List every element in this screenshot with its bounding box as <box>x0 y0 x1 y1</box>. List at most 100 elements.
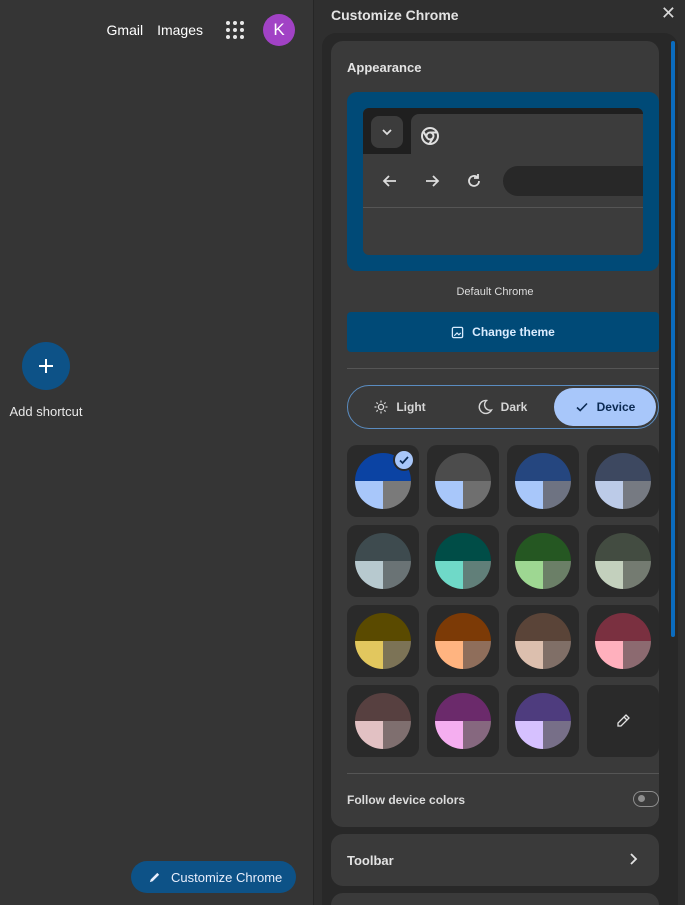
swatch-quadrant <box>435 561 463 589</box>
toolbar-section[interactable]: Toolbar <box>331 834 659 886</box>
swatch-quadrant <box>383 721 411 749</box>
color-swatch-circle <box>355 693 411 749</box>
eyedropper-icon <box>617 714 630 727</box>
swatch-quadrant <box>515 481 543 509</box>
add-shortcut-label: Add shortcut <box>9 404 83 419</box>
tab-strip-preview <box>363 108 643 154</box>
color-swatch[interactable] <box>347 525 419 597</box>
mode-dark-button[interactable]: Dark <box>452 388 552 426</box>
swatch-quadrant <box>543 721 571 749</box>
color-swatch[interactable] <box>427 685 499 757</box>
color-swatch-circle <box>515 693 571 749</box>
avatar[interactable]: K <box>263 14 295 46</box>
forward-arrow-icon <box>426 175 440 187</box>
swatch-quadrant <box>595 641 623 669</box>
swatch-quadrant <box>463 561 491 589</box>
color-swatch-circle <box>435 613 491 669</box>
color-mode-selector: Light Dark Device <box>347 385 659 429</box>
color-swatch[interactable] <box>427 445 499 517</box>
swatch-quadrant <box>515 613 571 641</box>
moon-icon <box>478 399 493 415</box>
swatch-quadrant <box>355 721 383 749</box>
swatch-quadrant <box>435 693 491 721</box>
chevron-right-icon <box>630 853 638 865</box>
swatch-quadrant <box>435 481 463 509</box>
color-swatch-circle <box>435 453 491 509</box>
swatch-quadrant <box>435 641 463 669</box>
top-bar: Gmail Images K <box>107 14 295 46</box>
chevron-down-icon <box>371 116 403 148</box>
color-swatch[interactable] <box>507 445 579 517</box>
swatch-quadrant <box>355 693 411 721</box>
swatch-quadrant <box>595 533 651 561</box>
reload-icon <box>468 174 480 187</box>
mode-device-button[interactable]: Device <box>554 388 656 426</box>
follow-device-colors-toggle[interactable] <box>633 791 659 807</box>
color-swatch-circle <box>515 613 571 669</box>
color-swatch[interactable] <box>427 525 499 597</box>
custom-color-picker[interactable] <box>587 685 659 757</box>
swatch-quadrant <box>435 721 463 749</box>
theme-name: Default Chrome <box>456 286 534 298</box>
plus-icon[interactable] <box>22 342 70 390</box>
color-swatch[interactable] <box>587 445 659 517</box>
browser-preview <box>363 108 643 255</box>
google-apps-icon[interactable] <box>223 18 247 42</box>
swatch-quadrant <box>435 533 491 561</box>
color-swatch[interactable] <box>347 605 419 677</box>
follow-device-colors-label: Follow device colors <box>347 793 466 807</box>
swatch-quadrant <box>435 453 491 481</box>
swatch-quadrant <box>355 561 383 589</box>
appearance-card: Appearance Default Chrome Change theme L… <box>331 41 659 827</box>
change-theme-label: Change theme <box>472 325 555 339</box>
panel-title: Customize Chrome <box>331 7 459 23</box>
color-swatch-circle <box>515 533 571 589</box>
add-shortcut-tile[interactable]: Add shortcut <box>4 342 88 419</box>
color-swatch-circle <box>595 533 651 589</box>
swatch-quadrant <box>515 693 571 721</box>
color-swatch-circle <box>515 453 571 509</box>
color-swatch[interactable] <box>587 525 659 597</box>
swatch-quadrant <box>435 613 491 641</box>
color-swatch[interactable] <box>347 445 419 517</box>
color-swatch[interactable] <box>507 525 579 597</box>
swatch-quadrant <box>623 481 651 509</box>
image-icon <box>451 326 464 338</box>
color-swatch[interactable] <box>347 685 419 757</box>
color-swatch-circle <box>595 613 651 669</box>
swatch-quadrant <box>543 561 571 589</box>
change-theme-button[interactable]: Change theme <box>347 312 659 352</box>
images-link[interactable]: Images <box>157 22 203 38</box>
color-swatch[interactable] <box>507 685 579 757</box>
color-swatch-circle <box>435 533 491 589</box>
mode-light-label: Light <box>396 400 426 414</box>
swatch-quadrant <box>595 453 651 481</box>
swatch-quadrant <box>623 641 651 669</box>
swatch-quadrant <box>543 641 571 669</box>
theme-preview <box>347 92 659 271</box>
panel-scroll-area[interactable]: Appearance Default Chrome Change theme L… <box>322 33 678 905</box>
close-icon[interactable]: ✕ <box>661 3 676 24</box>
swatch-quadrant <box>595 561 623 589</box>
customize-chrome-button[interactable]: Customize Chrome <box>131 861 296 893</box>
color-swatch[interactable] <box>587 605 659 677</box>
mode-device-label: Device <box>596 400 636 414</box>
swatch-quadrant <box>355 481 383 509</box>
swatch-quadrant <box>355 613 411 641</box>
chrome-logo-icon <box>421 127 439 145</box>
swatch-quadrant <box>515 453 571 481</box>
swatch-quadrant <box>355 533 411 561</box>
swatch-quadrant <box>595 481 623 509</box>
gmail-link[interactable]: Gmail <box>107 22 144 38</box>
swatch-quadrant <box>515 533 571 561</box>
swatch-quadrant <box>355 641 383 669</box>
check-icon <box>576 402 588 412</box>
scrollbar-thumb[interactable] <box>671 41 675 637</box>
color-swatch[interactable] <box>427 605 499 677</box>
customize-chrome-panel: Customize Chrome ✕ Appearance Default Ch… <box>313 0 685 905</box>
swatch-quadrant <box>463 641 491 669</box>
mode-light-button[interactable]: Light <box>350 388 450 426</box>
color-swatch[interactable] <box>507 605 579 677</box>
pencil-icon <box>149 872 160 882</box>
new-tab-page: Gmail Images K Add shortcut Customize Ch… <box>0 0 313 905</box>
